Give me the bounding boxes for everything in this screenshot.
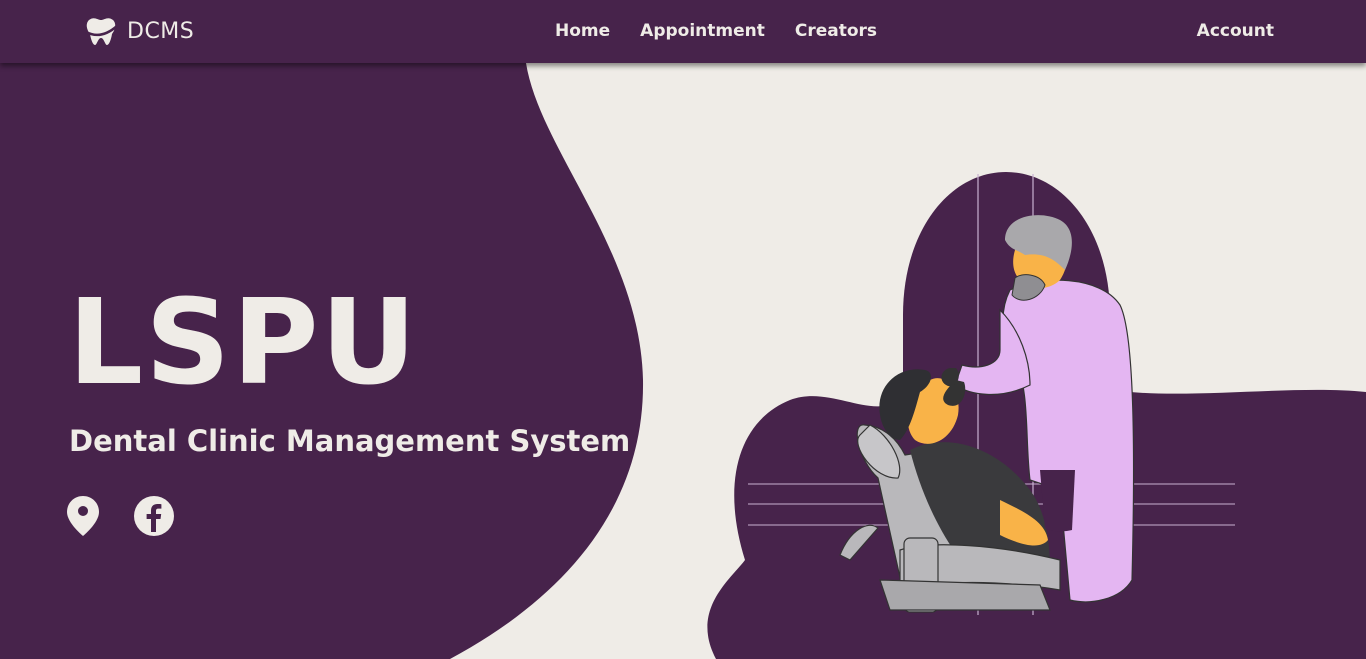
nav-appointment-link[interactable]: Appointment [640, 21, 765, 41]
location-pin-icon [67, 496, 99, 536]
account-link[interactable]: Account [1197, 21, 1274, 41]
nav-links: Home Appointment Creators [555, 21, 877, 41]
brand-name: DCMS [127, 18, 195, 44]
social-links [66, 496, 174, 540]
brand-logo[interactable]: DCMS [84, 16, 194, 46]
nav-creators-link[interactable]: Creators [795, 21, 877, 41]
facebook-link[interactable] [134, 496, 174, 540]
location-link[interactable] [66, 496, 100, 540]
top-navbar: DCMS Home Appointment Creators Account [0, 0, 1366, 63]
facebook-icon [134, 496, 174, 536]
nav-home-link[interactable]: Home [555, 21, 610, 41]
tooth-icon [85, 18, 118, 45]
hero-subtitle: Dental Clinic Management System [69, 424, 631, 458]
hero-title: LSPU [68, 273, 419, 411]
dentist-illustration [748, 172, 1235, 615]
